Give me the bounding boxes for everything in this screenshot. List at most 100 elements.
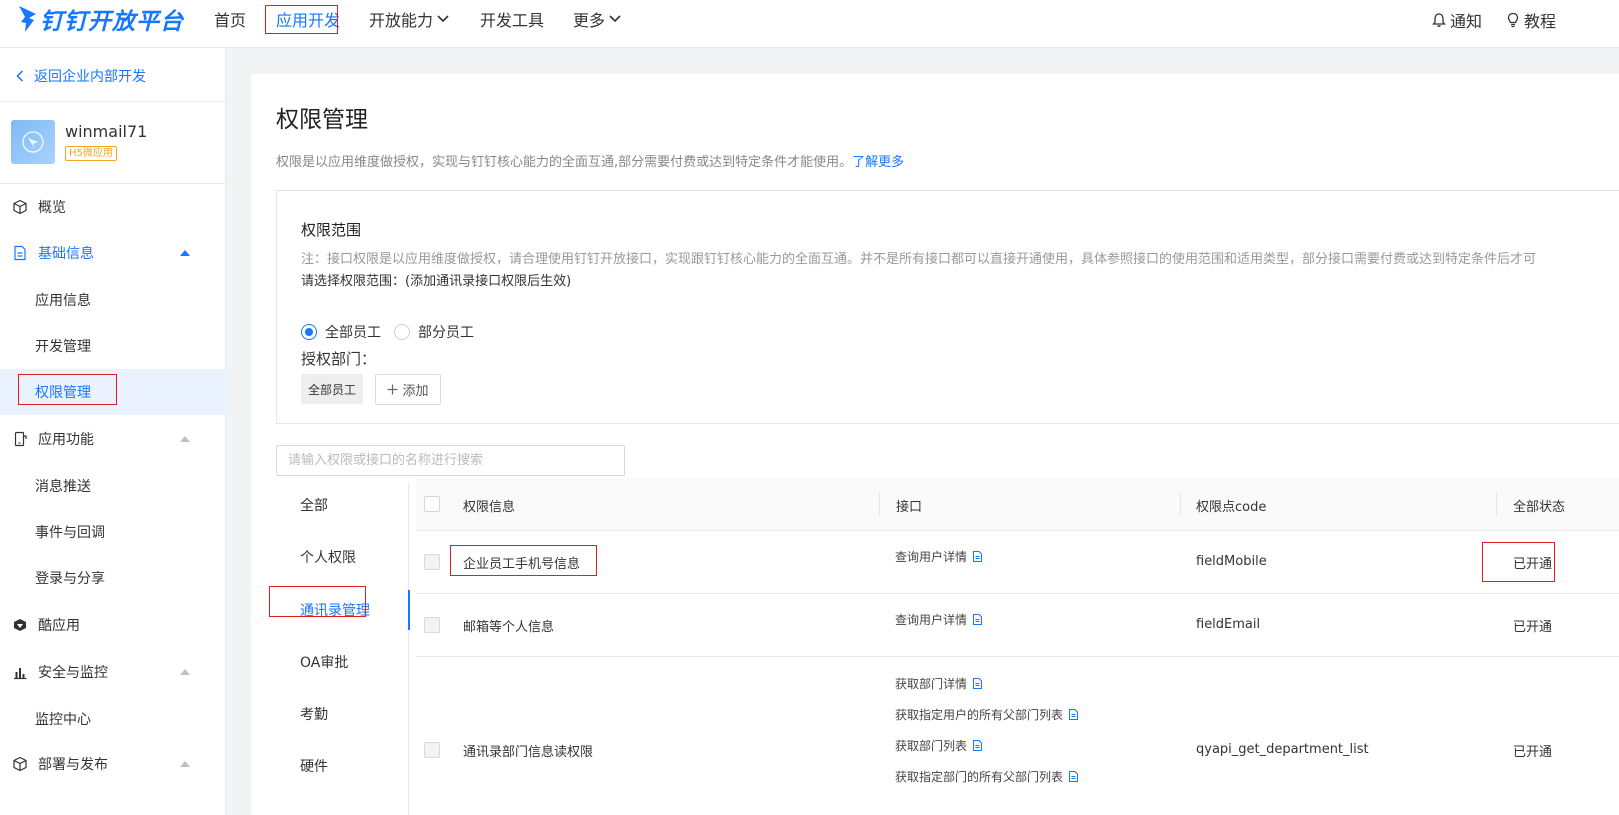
- phone-icon: [14, 431, 27, 447]
- app-avatar: [11, 120, 55, 164]
- row-checkbox[interactable]: [424, 617, 440, 633]
- caret-up-icon: [180, 669, 190, 675]
- top-navbar: 钉钉开放平台 首页 应用开发 开放能力 开发工具 更多 通知 教程: [0, 0, 1619, 48]
- tutorial-button[interactable]: 教程: [1505, 8, 1556, 32]
- category-label: 硬件: [300, 759, 328, 775]
- radio-checked-icon: [301, 324, 317, 340]
- page-description: 权限是以应用维度做授权，实现与钉钉核心能力的全面互通,部分需要付费或达到特定条件…: [276, 151, 904, 170]
- perm-info: 通讯录部门信息读权限: [463, 745, 594, 760]
- category-label: OA审批: [300, 655, 349, 671]
- annotation-box-status: [1482, 542, 1555, 582]
- bar-chart-icon: [14, 668, 27, 680]
- header-api: 接口: [896, 500, 923, 515]
- sidebar-item-label: 登录与分享: [35, 571, 105, 587]
- cube-icon: [13, 199, 27, 215]
- nav-open-capabilities[interactable]: 开放能力: [369, 7, 449, 31]
- doc-icon: [1069, 771, 1079, 782]
- category-attendance[interactable]: 考勤: [276, 694, 409, 734]
- nav-dev-tools-label: 开发工具: [480, 11, 545, 30]
- annotation-box-nav-app-dev: [265, 5, 338, 34]
- sidebar-item-app-info[interactable]: 应用信息: [0, 277, 226, 323]
- api-name: 查询用户详情: [895, 613, 968, 627]
- bell-icon: [1432, 13, 1446, 27]
- api-name: 获取部门列表: [895, 739, 968, 753]
- sidebar-item-login-share[interactable]: 登录与分享: [0, 555, 226, 601]
- header-status-filter[interactable]: 全部状态: [1513, 496, 1565, 515]
- category-label: 全部: [300, 498, 328, 514]
- radio-some-employees[interactable]: 部分员工: [394, 322, 474, 342]
- annotation-box-perm-mgmt: [18, 374, 117, 405]
- api-link[interactable]: 获取部门列表: [895, 737, 983, 754]
- category-all[interactable]: 全部: [276, 485, 409, 525]
- sidebar-item-label: 应用功能: [38, 432, 94, 448]
- sidebar-item-monitor[interactable]: 监控中心: [0, 696, 226, 742]
- category-oa-approval[interactable]: OA审批: [276, 642, 409, 682]
- radio-label: 全部员工: [325, 325, 381, 341]
- divider: [0, 101, 226, 102]
- notify-button[interactable]: 通知: [1431, 8, 1482, 32]
- sidebar-group-security[interactable]: 安全与监控: [0, 652, 226, 692]
- sidebar-item-label: 概览: [38, 200, 66, 216]
- sidebar-group-app-features[interactable]: 应用功能: [0, 419, 226, 459]
- lightbulb-icon: [1507, 12, 1519, 28]
- permission-category-list: 全部 个人权限 通讯录管理 OA审批 考勤 硬件: [276, 483, 410, 815]
- api-link[interactable]: 获取指定用户的所有父部门列表: [895, 706, 1079, 723]
- category-label: 考勤: [300, 707, 328, 723]
- nav-more-label: 更多: [573, 11, 606, 30]
- row-checkbox[interactable]: [424, 554, 440, 570]
- sidebar-item-msg-push[interactable]: 消息推送: [0, 463, 226, 509]
- sidebar-item-cool-app[interactable]: 酷应用: [0, 605, 226, 645]
- cube-icon: [13, 756, 27, 772]
- api-name: 获取部门详情: [895, 677, 968, 691]
- authorized-dept-label: 授权部门：: [301, 350, 377, 368]
- sidebar-item-overview[interactable]: 概览: [0, 187, 226, 227]
- api-link[interactable]: 获取部门详情: [895, 675, 983, 692]
- doc-icon: [1069, 709, 1079, 720]
- nav-dev-tools[interactable]: 开发工具: [480, 7, 544, 31]
- dingtalk-logo-icon: [19, 6, 36, 32]
- api-name: 查询用户详情: [895, 550, 968, 564]
- row-checkbox[interactable]: [424, 742, 440, 758]
- radio-unchecked-icon: [394, 324, 410, 340]
- sidebar-item-label: 部署与发布: [38, 757, 108, 773]
- chevron-down-icon: [437, 15, 449, 23]
- sidebar-item-label: 应用信息: [35, 293, 91, 309]
- sidebar-item-dev-mgmt[interactable]: 开发管理: [0, 323, 226, 369]
- sidebar-item-label: 消息推送: [35, 479, 91, 495]
- api-link[interactable]: 查询用户详情: [895, 548, 983, 565]
- perm-code: fieldMobile: [1196, 554, 1267, 569]
- add-dept-button[interactable]: 添加: [375, 374, 441, 405]
- permission-search-input[interactable]: [276, 445, 625, 476]
- sidebar-item-label: 事件与回调: [35, 525, 105, 541]
- scope-title: 权限范围: [301, 221, 362, 239]
- back-to-internal-dev-link[interactable]: 返回企业内部开发: [16, 66, 146, 86]
- api-link[interactable]: 获取指定部门的所有父部门列表: [895, 768, 1079, 785]
- table-row: 邮箱等个人信息 查询用户详情 fieldEmail 已开通: [416, 594, 1619, 657]
- api-link[interactable]: 查询用户详情: [895, 611, 983, 628]
- category-label: 个人权限: [300, 550, 356, 566]
- perm-code: qyapi_get_department_list: [1196, 742, 1369, 757]
- page-title: 权限管理: [276, 107, 368, 133]
- select-all-checkbox[interactable]: [424, 496, 440, 512]
- sidebar-item-label: 酷应用: [38, 618, 80, 634]
- doc-icon: [973, 678, 983, 689]
- caret-up-icon: [180, 250, 190, 256]
- sidebar-group-deploy[interactable]: 部署与发布: [0, 744, 226, 784]
- divider: [0, 183, 226, 184]
- learn-more-link[interactable]: 了解更多: [852, 155, 904, 170]
- doc-icon: [973, 740, 983, 751]
- nav-home[interactable]: 首页: [214, 7, 246, 31]
- category-hardware[interactable]: 硬件: [276, 746, 409, 786]
- status-badge: 已开通: [1513, 745, 1553, 760]
- column-divider: [879, 492, 880, 516]
- sidebar-item-label: 监控中心: [35, 712, 91, 728]
- dingtalk-open-platform-logo[interactable]: 钉钉开放平台: [16, 2, 184, 36]
- radio-all-employees[interactable]: 全部员工: [301, 322, 381, 342]
- chevron-down-icon: [609, 15, 621, 23]
- sidebar-item-events[interactable]: 事件与回调: [0, 509, 226, 555]
- annotation-box-contacts-category: [269, 586, 366, 617]
- category-personal[interactable]: 个人权限: [276, 537, 409, 577]
- sidebar-group-basic-info[interactable]: 基础信息: [0, 233, 226, 273]
- nav-more[interactable]: 更多: [573, 7, 621, 31]
- caret-up-icon: [180, 761, 190, 767]
